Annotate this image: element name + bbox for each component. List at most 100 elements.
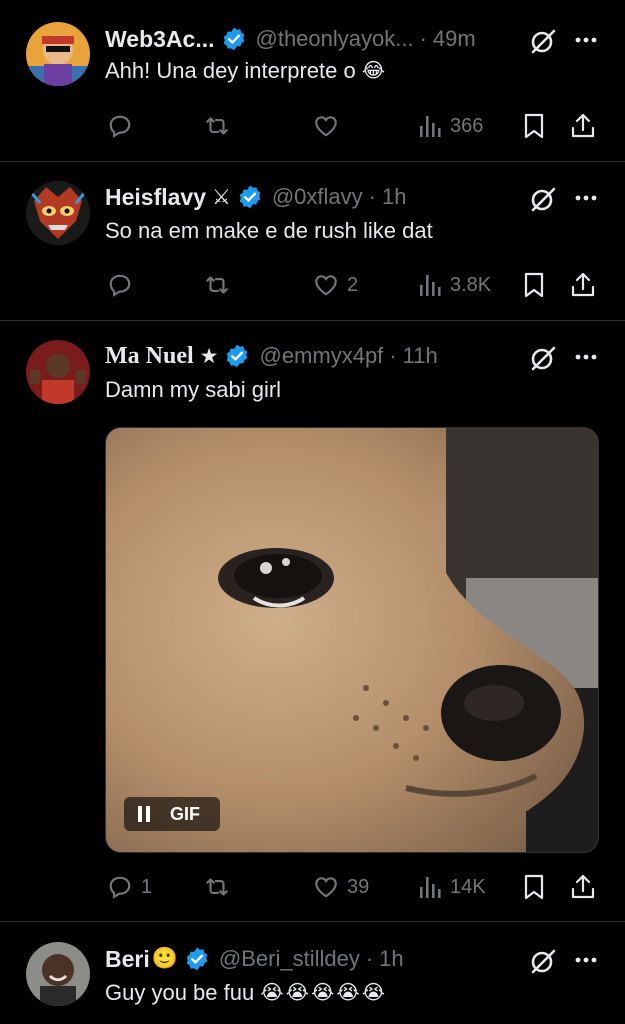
tweet-3[interactable]: Ma Nuel ★ @emmyx4pf · 11h Damn my sabi g… bbox=[0, 321, 625, 921]
share-button[interactable] bbox=[570, 111, 596, 141]
emoji: 😭 bbox=[310, 982, 335, 1004]
views-icon bbox=[420, 877, 441, 898]
display-name[interactable]: Web3Ac... bbox=[105, 26, 215, 53]
action-bar: 366 bbox=[0, 111, 625, 141]
like-icon bbox=[315, 275, 337, 296]
retweet-button[interactable] bbox=[203, 270, 231, 300]
emoji: 😭 bbox=[285, 982, 309, 1004]
tweet-text: So na em make e de rush like dat bbox=[105, 218, 433, 244]
avatar[interactable] bbox=[26, 340, 90, 404]
like-icon bbox=[315, 116, 337, 137]
more-icon[interactable] bbox=[573, 947, 599, 978]
reply-icon bbox=[109, 115, 131, 138]
share-button[interactable] bbox=[570, 872, 596, 902]
dog-gif-image bbox=[106, 428, 598, 852]
separator-dot: · bbox=[368, 184, 376, 209]
like-icon bbox=[315, 877, 337, 898]
replies-count: 1 bbox=[141, 875, 153, 898]
gif-label: GIF bbox=[170, 803, 200, 824]
tweet-text-body: So na em make e de rush like dat bbox=[105, 218, 433, 243]
views-icon bbox=[420, 275, 441, 296]
retweet-icon bbox=[206, 117, 228, 135]
like-button[interactable]: 39 bbox=[313, 872, 369, 902]
grok-icon[interactable] bbox=[529, 947, 557, 980]
views-count: 14K bbox=[450, 875, 486, 898]
tweet-text-body: Damn my sabi girl bbox=[105, 377, 282, 402]
retweet-button[interactable] bbox=[203, 872, 231, 902]
star-icon: ★ bbox=[199, 344, 219, 368]
views-button[interactable]: 14K bbox=[418, 872, 486, 902]
separator-dot: · bbox=[419, 26, 427, 51]
grok-icon[interactable] bbox=[529, 185, 557, 218]
tweet-1[interactable]: Web3Ac... @theonlyayok... · 49m Ahh! Una… bbox=[0, 0, 625, 160]
timestamp[interactable]: 1h bbox=[379, 946, 403, 972]
more-icon[interactable] bbox=[573, 185, 599, 216]
reply-button[interactable] bbox=[107, 270, 133, 300]
views-button[interactable]: 366 bbox=[418, 111, 483, 141]
views-count: 3.8K bbox=[450, 273, 492, 296]
bookmark-icon bbox=[524, 113, 544, 139]
share-icon bbox=[571, 874, 595, 899]
views-icon bbox=[420, 116, 441, 137]
grok-icon[interactable] bbox=[529, 344, 557, 377]
gif-media[interactable]: GIF bbox=[105, 427, 599, 853]
display-name[interactable]: Beri bbox=[105, 946, 150, 973]
tweet-2[interactable]: Heisflavy ⚔ @0xflavy · 1h So na em make … bbox=[0, 162, 625, 320]
emoji: 😭 bbox=[361, 982, 386, 1004]
tweet-text: Guy you be fuu 😭 😭 😭 😭 😭 bbox=[105, 980, 385, 1006]
retweet-button[interactable] bbox=[203, 111, 231, 141]
more-icon[interactable] bbox=[573, 344, 599, 375]
handle[interactable]: @theonlyayok... bbox=[256, 26, 414, 52]
share-icon bbox=[571, 272, 595, 297]
views-count: 366 bbox=[450, 114, 484, 137]
display-name[interactable]: Heisflavy bbox=[105, 184, 206, 211]
emoji: 😭 bbox=[336, 982, 360, 1004]
avatar[interactable] bbox=[26, 942, 90, 1006]
verified-badge-icon bbox=[221, 26, 247, 52]
gif-badge[interactable]: GIF bbox=[124, 797, 220, 831]
pause-icon[interactable] bbox=[130, 797, 158, 831]
retweet-icon bbox=[206, 276, 228, 294]
timestamp[interactable]: 11h bbox=[403, 343, 438, 369]
display-name[interactable]: Ma Nuel bbox=[105, 343, 194, 370]
bookmark-button[interactable] bbox=[522, 111, 546, 141]
like-button[interactable]: 2 bbox=[313, 270, 358, 300]
tweet-text-body: Guy you be fuu bbox=[105, 980, 255, 1005]
bookmark-icon bbox=[524, 874, 544, 900]
tweet-text: Damn my sabi girl bbox=[105, 377, 281, 403]
action-bar: 2 3.8K bbox=[0, 270, 625, 300]
crossed-swords-icon: ⚔ bbox=[212, 185, 231, 209]
avatar[interactable] bbox=[26, 181, 90, 245]
tweet-4[interactable]: Beri 🙂 @Beri_stilldey · 1h Guy you be fu… bbox=[0, 922, 625, 1024]
tweet-text-body: Ahh! Una dey interprete o bbox=[105, 58, 356, 83]
tweet-text: Ahh! Una dey interprete o 😂 bbox=[105, 58, 385, 84]
bookmark-icon bbox=[524, 272, 544, 298]
reply-icon bbox=[109, 876, 131, 899]
handle[interactable]: @0xflavy bbox=[272, 184, 363, 210]
reply-button[interactable] bbox=[107, 111, 133, 141]
like-button[interactable] bbox=[313, 111, 339, 141]
reply-button[interactable]: 1 bbox=[107, 872, 152, 902]
separator-dot: · bbox=[365, 946, 374, 971]
timestamp[interactable]: 1h bbox=[382, 184, 406, 210]
views-button[interactable]: 3.8K bbox=[418, 270, 491, 300]
bookmark-button[interactable] bbox=[522, 872, 546, 902]
bookmark-button[interactable] bbox=[522, 270, 546, 300]
verified-badge-icon bbox=[237, 184, 263, 210]
action-bar: 1 39 14K bbox=[0, 872, 625, 902]
handle[interactable]: @emmyx4pf bbox=[259, 343, 383, 369]
share-icon bbox=[571, 113, 595, 138]
smiley-icon: 🙂 bbox=[151, 947, 178, 970]
avatar[interactable] bbox=[26, 22, 90, 86]
verified-badge-icon bbox=[184, 946, 210, 972]
separator-dot: · bbox=[389, 343, 397, 368]
timestamp[interactable]: 49m bbox=[433, 26, 476, 52]
likes-count: 2 bbox=[347, 273, 359, 296]
reply-icon bbox=[109, 274, 131, 297]
grok-icon[interactable] bbox=[529, 27, 557, 60]
handle[interactable]: @Beri_stilldey bbox=[219, 946, 360, 972]
emoji: 😭 bbox=[260, 982, 284, 1004]
emoji: 😂 bbox=[361, 60, 386, 82]
more-icon[interactable] bbox=[573, 27, 599, 58]
share-button[interactable] bbox=[570, 270, 596, 300]
